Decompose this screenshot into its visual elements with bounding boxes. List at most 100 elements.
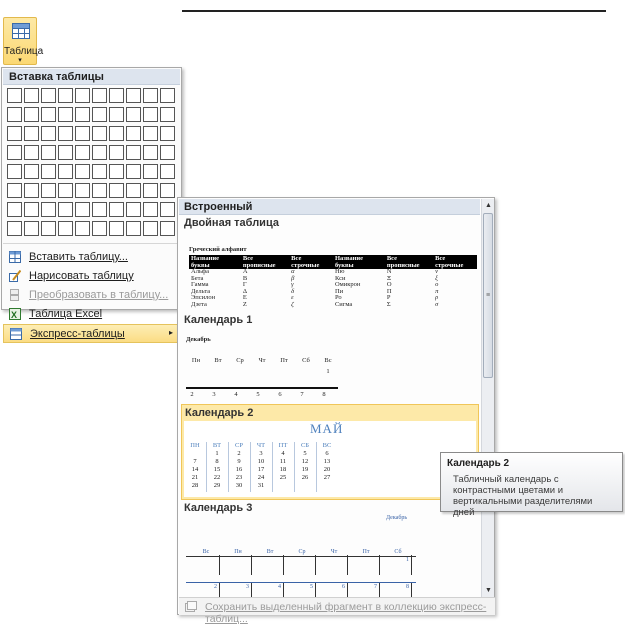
grid-cell[interactable] [41, 126, 56, 141]
calendar-2-date: 13 [323, 458, 331, 465]
grid-cell[interactable] [24, 107, 39, 122]
excel-table-item[interactable]: X Таблица Excel [3, 305, 180, 324]
grid-cell[interactable] [24, 126, 39, 141]
grid-cell[interactable] [24, 164, 39, 179]
grid-cell[interactable] [75, 202, 90, 217]
scroll-down-arrow-icon[interactable]: ▼ [482, 584, 495, 597]
grid-cell[interactable] [143, 164, 158, 179]
grid-cell[interactable] [24, 145, 39, 160]
calendar-3-divider [283, 583, 284, 597]
grid-cell[interactable] [41, 107, 56, 122]
grid-cell[interactable] [41, 145, 56, 160]
grid-cell[interactable] [109, 221, 124, 236]
grid-cell[interactable] [160, 164, 175, 179]
calendar-3-day-label: Чт [330, 549, 338, 555]
grid-cell[interactable] [75, 107, 90, 122]
grid-cell[interactable] [126, 183, 141, 198]
grid-cell[interactable] [58, 126, 73, 141]
calendar-2-date: 16 [235, 466, 243, 473]
grid-cell[interactable] [92, 164, 107, 179]
grid-cell[interactable] [58, 183, 73, 198]
gallery-item-calendar-1[interactable]: Календарь 1 Декабрь Пн Вт Ср Чт Пт Сб Вс 1 2 3 4 5 6 7… [181, 312, 479, 404]
grid-cell[interactable] [109, 107, 124, 122]
grid-cell[interactable] [126, 202, 141, 217]
grid-cell[interactable] [7, 107, 22, 122]
grid-cell[interactable] [126, 88, 141, 103]
insert-table-item[interactable]: Вставить таблицу... [3, 248, 180, 267]
grid-cell[interactable] [160, 183, 175, 198]
grid-cell[interactable] [109, 202, 124, 217]
grid-cell[interactable] [160, 202, 175, 217]
grid-cell[interactable] [92, 88, 107, 103]
grid-cell[interactable] [58, 221, 73, 236]
grid-cell[interactable] [75, 145, 90, 160]
grid-cell[interactable] [41, 164, 56, 179]
draw-table-item[interactable]: Нарисовать таблицу [3, 267, 180, 286]
grid-cell[interactable] [58, 164, 73, 179]
grid-cell[interactable] [92, 107, 107, 122]
grid-cell[interactable] [109, 145, 124, 160]
grid-cell[interactable] [143, 88, 158, 103]
grid-cell[interactable] [160, 88, 175, 103]
grid-cell[interactable] [92, 126, 107, 141]
grid-cell[interactable] [160, 221, 175, 236]
grid-cell[interactable] [41, 183, 56, 198]
grid-cell[interactable] [126, 126, 141, 141]
gallery-item-calendar-3[interactable]: Календарь 3 Декабрь Вс Пн Вт Ср Чт Пт Сб 1 2 3 4 5 6 7… [181, 500, 479, 597]
grid-cell[interactable] [7, 202, 22, 217]
gallery-item-calendar-2[interactable]: Календарь 2 МАЙ ПН ВТ СР ЧТ ПТ СБ ВС 1 2 3 4 5 6 7 8 9 10… [181, 404, 479, 500]
table-ribbon-button[interactable]: Таблица ▾ [3, 17, 43, 65]
grid-cell[interactable] [58, 107, 73, 122]
grid-cell[interactable] [7, 183, 22, 198]
grid-cell[interactable] [160, 107, 175, 122]
grid-cell[interactable] [24, 221, 39, 236]
grid-cell[interactable] [126, 107, 141, 122]
grid-cell[interactable] [7, 221, 22, 236]
grid-cell[interactable] [160, 145, 175, 160]
grid-cell[interactable] [58, 145, 73, 160]
table-icon [12, 23, 30, 39]
grid-cell[interactable] [160, 126, 175, 141]
grid-cell[interactable] [7, 164, 22, 179]
scrollbar-thumb[interactable]: ≡ [483, 213, 493, 378]
grid-cell[interactable] [75, 126, 90, 141]
grid-cell[interactable] [7, 88, 22, 103]
grid-cell[interactable] [109, 126, 124, 141]
save-selection-item[interactable]: Сохранить выделенный фрагмент в коллекци… [179, 597, 495, 625]
gallery-scrollbar[interactable]: ▲ ≡ ▼ [481, 199, 494, 597]
grid-cell[interactable] [75, 183, 90, 198]
grid-cell[interactable] [24, 202, 39, 217]
grid-cell[interactable] [126, 221, 141, 236]
grid-cell[interactable] [126, 164, 141, 179]
grid-cell[interactable] [143, 183, 158, 198]
grid-cell[interactable] [24, 183, 39, 198]
grid-cell[interactable] [126, 145, 141, 160]
grid-cell[interactable] [92, 202, 107, 217]
grid-cell[interactable] [92, 183, 107, 198]
grid-cell[interactable] [92, 145, 107, 160]
grid-cell[interactable] [143, 202, 158, 217]
grid-cell[interactable] [24, 88, 39, 103]
grid-cell[interactable] [58, 202, 73, 217]
grid-cell[interactable] [92, 221, 107, 236]
convert-to-table-item[interactable]: Преобразовать в таблицу... [3, 286, 180, 305]
grid-cell[interactable] [7, 145, 22, 160]
grid-cell[interactable] [109, 88, 124, 103]
grid-cell[interactable] [143, 126, 158, 141]
grid-cell[interactable] [109, 183, 124, 198]
scroll-up-arrow-icon[interactable]: ▲ [482, 199, 495, 212]
quick-tables-item[interactable]: Экспресс-таблицы ▸ [3, 324, 180, 343]
grid-cell[interactable] [58, 88, 73, 103]
grid-cell[interactable] [41, 202, 56, 217]
grid-cell[interactable] [75, 221, 90, 236]
grid-cell[interactable] [7, 126, 22, 141]
grid-cell[interactable] [143, 107, 158, 122]
grid-cell[interactable] [143, 221, 158, 236]
grid-cell[interactable] [41, 88, 56, 103]
grid-cell[interactable] [143, 145, 158, 160]
grid-cell[interactable] [109, 164, 124, 179]
grid-cell[interactable] [75, 164, 90, 179]
grid-cell[interactable] [75, 88, 90, 103]
gallery-item-double-table[interactable]: Двойная таблица Греческий алфавит Назван… [181, 215, 479, 313]
grid-cell[interactable] [41, 221, 56, 236]
